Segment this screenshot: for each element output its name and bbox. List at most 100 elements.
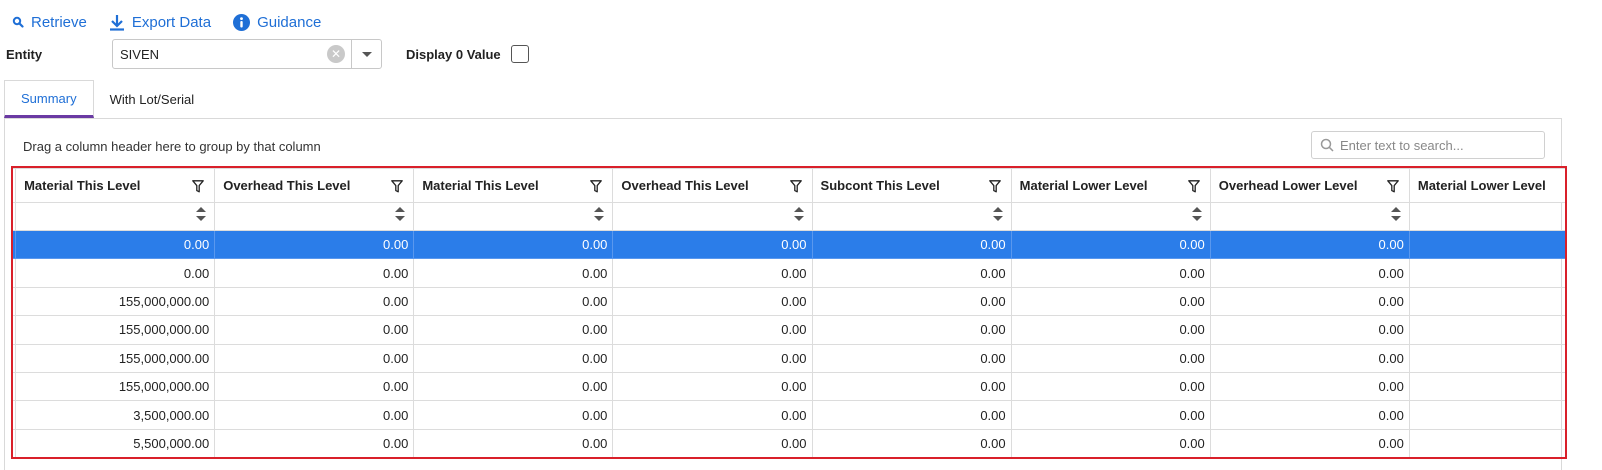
table-cell[interactable]: 0.00 — [413, 428, 614, 457]
table-cell[interactable]: 0 — [1408, 315, 1565, 345]
filter-cell[interactable] — [1010, 202, 1211, 231]
table-cell[interactable]: 0.00 — [413, 343, 614, 373]
table-row[interactable]: 3,500,000.000.000.000.000.000.000.000 — [13, 400, 1565, 430]
sort-icon[interactable] — [395, 207, 406, 221]
table-cell[interactable]: 0.00 — [214, 286, 415, 317]
table-cell[interactable]: 0.00 — [811, 229, 1012, 260]
export-data-button[interactable]: Export Data — [109, 14, 211, 31]
table-cell[interactable]: 0 — [1408, 258, 1565, 288]
table-cell[interactable]: 0.00 — [413, 315, 614, 345]
table-cell[interactable]: 0 — [1408, 371, 1565, 402]
column-header[interactable]: Material This Level — [413, 168, 614, 203]
table-cell[interactable]: 0.00 — [413, 258, 614, 288]
search-input[interactable]: Enter text to search... — [1311, 131, 1545, 159]
sort-icon[interactable] — [1390, 207, 1401, 221]
table-cell[interactable]: 0 — [1408, 428, 1565, 457]
column-header[interactable]: Material Lower Level — [1408, 168, 1565, 203]
table-cell[interactable]: 0.00 — [612, 286, 813, 317]
display-zero-checkbox[interactable] — [510, 45, 529, 63]
table-cell[interactable]: 0.00 — [214, 400, 415, 430]
tab-with-lot-serial[interactable]: With Lot/Serial — [94, 80, 211, 118]
tab-summary[interactable]: Summary — [4, 80, 94, 118]
table-row[interactable]: 0.000.000.000.000.000.000.000 — [13, 229, 1565, 260]
table-cell[interactable]: 0.00 — [811, 428, 1012, 457]
table-cell[interactable]: 0.00 — [811, 286, 1012, 317]
dropdown-button[interactable] — [351, 40, 381, 68]
filter-cell[interactable] — [15, 202, 216, 231]
filter-cell[interactable] — [1209, 202, 1410, 231]
table-cell[interactable]: 0.00 — [612, 371, 813, 402]
table-cell[interactable]: 155,000,000.00 — [15, 343, 216, 373]
filter-cell[interactable] — [214, 202, 415, 231]
table-cell[interactable]: 0.00 — [1010, 229, 1211, 260]
table-cell[interactable]: 0.00 — [1209, 315, 1410, 345]
filter-cell[interactable] — [1408, 202, 1565, 231]
table-cell[interactable]: 0.00 — [1010, 286, 1211, 317]
table-cell[interactable]: 0.00 — [612, 343, 813, 373]
table-cell[interactable]: 0.00 — [612, 400, 813, 430]
table-cell[interactable]: 0.00 — [1209, 343, 1410, 373]
table-cell[interactable]: 3,500,000.00 — [15, 400, 216, 430]
filter-cell[interactable] — [413, 202, 614, 231]
entity-combobox[interactable]: SIVEN ✕ — [112, 39, 382, 69]
table-cell[interactable]: 0.00 — [413, 371, 614, 402]
table-cell[interactable]: 0 — [1408, 286, 1565, 317]
table-cell[interactable]: 0.00 — [612, 428, 813, 457]
table-cell[interactable]: 0.00 — [1209, 258, 1410, 288]
clear-icon[interactable]: ✕ — [327, 45, 345, 63]
table-cell[interactable]: 0.00 — [214, 428, 415, 457]
table-cell[interactable]: 0.00 — [811, 343, 1012, 373]
table-cell[interactable]: 155,000,000.00 — [15, 286, 216, 317]
column-header[interactable]: Material Lower Level — [1010, 168, 1211, 203]
sort-icon[interactable] — [196, 207, 207, 221]
table-cell[interactable]: 0.00 — [214, 315, 415, 345]
table-cell[interactable]: 0.00 — [15, 258, 216, 288]
filter-icon[interactable] — [590, 180, 603, 196]
table-cell[interactable]: 155,000,000.00 — [15, 371, 216, 402]
filter-icon[interactable] — [988, 180, 1001, 196]
filter-icon[interactable] — [391, 180, 404, 196]
column-header[interactable]: Subcont This Level — [811, 168, 1012, 203]
table-cell[interactable]: 0.00 — [1209, 229, 1410, 260]
table-cell[interactable]: 0.00 — [1209, 371, 1410, 402]
table-cell[interactable]: 0.00 — [612, 229, 813, 260]
entity-value[interactable]: SIVEN — [113, 47, 327, 62]
column-header[interactable]: Overhead This Level — [214, 168, 415, 203]
table-cell[interactable]: 0.00 — [214, 371, 415, 402]
table-cell[interactable]: 0.00 — [1010, 400, 1211, 430]
filter-cell[interactable] — [612, 202, 813, 231]
table-cell[interactable]: 0.00 — [15, 229, 216, 260]
table-cell[interactable]: 0.00 — [1209, 400, 1410, 430]
table-row[interactable]: 155,000,000.000.000.000.000.000.000.000 — [13, 343, 1565, 373]
table-cell[interactable]: 0.00 — [214, 258, 415, 288]
filter-icon[interactable] — [192, 180, 205, 196]
table-cell[interactable]: 0.00 — [1209, 428, 1410, 457]
column-header[interactable]: Overhead This Level — [612, 168, 813, 203]
sort-icon[interactable] — [594, 207, 605, 221]
table-cell[interactable]: 0 — [1408, 229, 1565, 260]
table-row[interactable]: 155,000,000.000.000.000.000.000.000.000 — [13, 286, 1565, 317]
filter-cell[interactable] — [811, 202, 1012, 231]
table-cell[interactable]: 0.00 — [811, 371, 1012, 402]
table-cell[interactable]: 0.00 — [612, 315, 813, 345]
retrieve-button[interactable]: Retrieve — [12, 14, 87, 31]
table-row[interactable]: 155,000,000.000.000.000.000.000.000.000 — [13, 315, 1565, 345]
table-row[interactable]: 0.000.000.000.000.000.000.000 — [13, 258, 1565, 288]
table-cell[interactable]: 0.00 — [1209, 286, 1410, 317]
table-cell[interactable]: 0.00 — [214, 229, 415, 260]
group-panel-hint[interactable]: Drag a column header here to group by th… — [23, 139, 321, 154]
table-cell[interactable]: 0.00 — [1010, 315, 1211, 345]
table-cell[interactable]: 0.00 — [413, 229, 614, 260]
table-cell[interactable]: 0.00 — [811, 258, 1012, 288]
table-cell[interactable]: 0.00 — [413, 400, 614, 430]
table-row[interactable]: 155,000,000.000.000.000.000.000.000.000 — [13, 371, 1565, 402]
table-cell[interactable]: 0.00 — [612, 258, 813, 288]
table-cell[interactable]: 0.00 — [811, 315, 1012, 345]
table-row[interactable]: 5,500,000.000.000.000.000.000.000.000 — [13, 428, 1565, 457]
filter-icon[interactable] — [1387, 180, 1399, 196]
table-cell[interactable]: 0.00 — [1010, 258, 1211, 288]
table-cell[interactable]: 0.00 — [1010, 371, 1211, 402]
sort-icon[interactable] — [793, 207, 804, 221]
table-cell[interactable]: 0 — [1408, 400, 1565, 430]
table-cell[interactable]: 0.00 — [214, 343, 415, 373]
